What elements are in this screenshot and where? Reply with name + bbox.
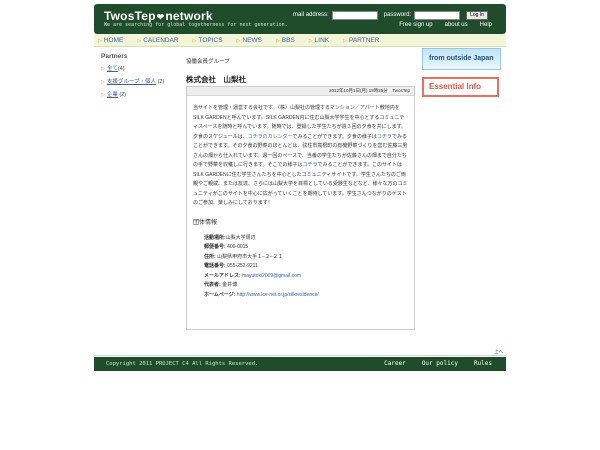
- info-rep: 代表者: 金井博: [204, 281, 414, 291]
- career-link[interactable]: Career: [384, 360, 406, 367]
- info-homepage: ホームページ: http://www.lce-net.or.jp/silkres…: [204, 291, 414, 301]
- nav-link[interactable]: ▷ LINK: [309, 37, 329, 44]
- post-meta: 2012年10月1日(月) 18時35分 TwosTep: [187, 87, 414, 96]
- site-header: TwosTep❤network We are searching for glo…: [94, 4, 506, 34]
- arrow-right-icon: ▷: [137, 37, 142, 44]
- sidebar-item-label[interactable]: 企業: [107, 92, 118, 98]
- info-label: ホームページ:: [204, 291, 236, 298]
- free-signup-link[interactable]: Free sign up: [399, 22, 432, 28]
- banner-label: from outside Japan: [429, 55, 494, 62]
- sidebar-item-company[interactable]: ▷ 企業 (2): [101, 90, 181, 98]
- sidebar-item-count: (2): [157, 79, 165, 85]
- arrow-right-icon: ▷: [101, 92, 105, 98]
- info-title: 団体情報: [193, 219, 218, 226]
- info-zip: 郵便番号: 400-0015: [204, 243, 414, 253]
- desc-text: でみることができます。このサイトはSILK GARDENに住む学生さんたちを中心…: [193, 162, 408, 206]
- partner-description: 当サイトを管理・運営する会社です。（株）山梨社の管理するマンション／アパート敷地…: [193, 104, 408, 209]
- sidebar-item-all[interactable]: ▷ 全て(4): [101, 64, 181, 72]
- nav-partner[interactable]: ▷ PARTNER: [343, 37, 379, 44]
- sidebar-item-count: (4): [117, 66, 125, 72]
- info-address: 住所: 山梨県甲府市大手１−２−２１: [204, 253, 414, 263]
- password-label: password:: [383, 12, 412, 18]
- help-link[interactable]: Help: [480, 22, 492, 28]
- password-input[interactable]: [414, 10, 461, 20]
- arrow-right-icon: ▷: [192, 37, 197, 44]
- sidebar-item-label[interactable]: 支援グループ・個人: [107, 79, 156, 85]
- header-links: Free sign up about us Help: [387, 22, 492, 28]
- farm-link[interactable]: コチラ: [303, 162, 318, 168]
- nav-news[interactable]: ▷ NEWS: [237, 37, 262, 44]
- logo-text-left: TwosTep: [104, 9, 156, 23]
- info-value: 055-252-9211: [227, 263, 258, 269]
- nav-label: LINK: [314, 36, 330, 44]
- partner-card: 2012年10月1日(月) 18時35分 TwosTep 当サイトを管理・運営す…: [186, 86, 415, 330]
- nav-label: HOME: [103, 36, 124, 44]
- email-label: mail address:: [293, 12, 329, 18]
- rules-link[interactable]: Rules: [474, 360, 492, 367]
- login-button[interactable]: Log In: [466, 10, 488, 20]
- info-label: 代表者:: [204, 282, 221, 288]
- info-label: 郵便番号:: [204, 244, 226, 250]
- nav-bbs[interactable]: ▷ BBS: [276, 37, 295, 44]
- arrow-right-icon: ▷: [308, 37, 313, 44]
- arrow-right-icon: ▷: [98, 37, 102, 44]
- our-policy-link[interactable]: Our policy: [422, 360, 458, 367]
- sidebar-item-support[interactable]: ▷ 支援グループ・個人 (2): [101, 77, 181, 85]
- email-input[interactable]: [331, 10, 378, 20]
- essential-info-banner[interactable]: Essential Info: [422, 77, 499, 97]
- banner-label: Essential Info: [429, 82, 482, 91]
- info-label: 活動場所:: [204, 234, 226, 241]
- logo-text-right: network: [165, 9, 213, 23]
- site-footer: Copyright 2011 PROJECT C4 All Rights Res…: [94, 357, 506, 371]
- nav-label: PARTNER: [348, 36, 380, 44]
- nav-label: NEWS: [242, 36, 262, 44]
- login-form: mail address: password: Log In: [293, 10, 488, 20]
- page-title: 株式会社 山梨社: [186, 75, 246, 84]
- main-nav: ▷ HOME ▷ CALENDAR ▷ TOPICS ▷ NEWS ▷ BBS ▷ LINK…: [94, 34, 506, 47]
- nav-home[interactable]: ▷ HOME: [98, 37, 123, 44]
- info-label: 住所:: [204, 253, 216, 260]
- site-tagline: We are searching for global togetherness…: [104, 22, 288, 28]
- arrow-right-icon: ▷: [236, 37, 241, 44]
- arrow-right-icon: ▷: [343, 37, 347, 44]
- site-logo[interactable]: TwosTep❤network: [104, 9, 213, 23]
- copyright: Copyright 2011 PROJECT C4 All Rights Res…: [106, 361, 259, 367]
- mail-link[interactable]: mayutoki2009@gmail.com: [242, 273, 301, 279]
- nav-label: CALENDAR: [143, 36, 179, 44]
- sidebar-title: Partners: [101, 53, 128, 60]
- nav-topics[interactable]: ▷ TOPICS: [193, 37, 223, 44]
- from-outside-japan-banner[interactable]: from outside Japan: [422, 48, 501, 70]
- heart-icon: ❤: [156, 12, 165, 22]
- info-value: 400-0015: [227, 244, 249, 250]
- footer-divider: [94, 355, 506, 356]
- desc-text: でみることができます。夕食の様子は: [292, 133, 377, 140]
- info-tel: 電話番号: 055-252-9211: [204, 262, 414, 272]
- about-us-link[interactable]: about us: [445, 22, 468, 28]
- dinner-link[interactable]: コチラ: [377, 134, 392, 140]
- arrow-right-icon: ▷: [101, 66, 105, 72]
- info-value: 金井博: [222, 282, 238, 288]
- calendar-link[interactable]: コチラのカレンダー: [248, 134, 293, 140]
- nav-calendar[interactable]: ▷ CALENDAR: [137, 37, 178, 44]
- sidebar-item-label[interactable]: 全て: [107, 66, 118, 72]
- nav-label: BBS: [281, 36, 295, 44]
- nav-label: TOPICS: [198, 36, 223, 44]
- partners-sidebar: Partners ▷ 全て(4) ▷ 支援グループ・個人 (2) ▷ 企業 (2): [101, 53, 181, 103]
- footer-links: Career Our policy Rules: [368, 360, 492, 367]
- arrow-right-icon: ▷: [101, 79, 105, 85]
- arrow-right-icon: ▷: [275, 37, 280, 44]
- info-area: 活動場所:山梨大学周辺: [204, 234, 414, 244]
- info-label: メールアドレス:: [204, 272, 241, 279]
- group-info: 活動場所:山梨大学周辺 郵便番号: 400-0015 住所: 山梨県甲府市大手１…: [204, 234, 414, 301]
- info-label: 電話番号:: [204, 263, 226, 269]
- breadcrumb: 協働会員グループ: [186, 59, 230, 65]
- homepage-link[interactable]: http://www.lce-net.or.jp/silkresidence/: [237, 292, 319, 298]
- info-mail: メールアドレス: mayutoki2009@gmail.com: [204, 272, 414, 282]
- info-value: 山梨大学周辺: [225, 234, 256, 241]
- sidebar-item-count: (2): [119, 92, 127, 98]
- info-value: 山梨県甲府市大手１−２−２１: [217, 253, 283, 260]
